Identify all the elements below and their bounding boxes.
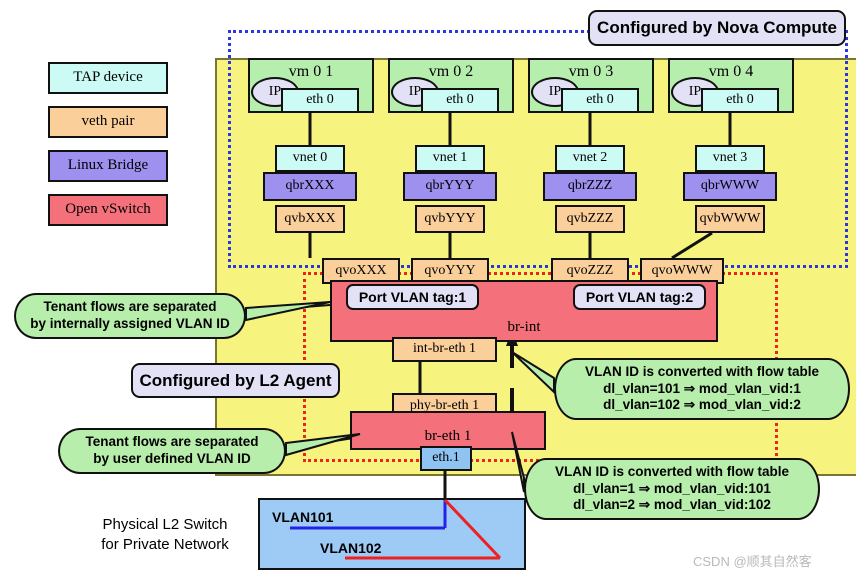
- diagram-canvas: TAP device veth pair Linux Bridge Open v…: [0, 0, 856, 575]
- watermark-text: CSDN @顺其自然客: [693, 554, 812, 569]
- switch-trunk-lines: [290, 498, 502, 560]
- csdn-watermark: CSDN @顺其自然客: [693, 551, 812, 570]
